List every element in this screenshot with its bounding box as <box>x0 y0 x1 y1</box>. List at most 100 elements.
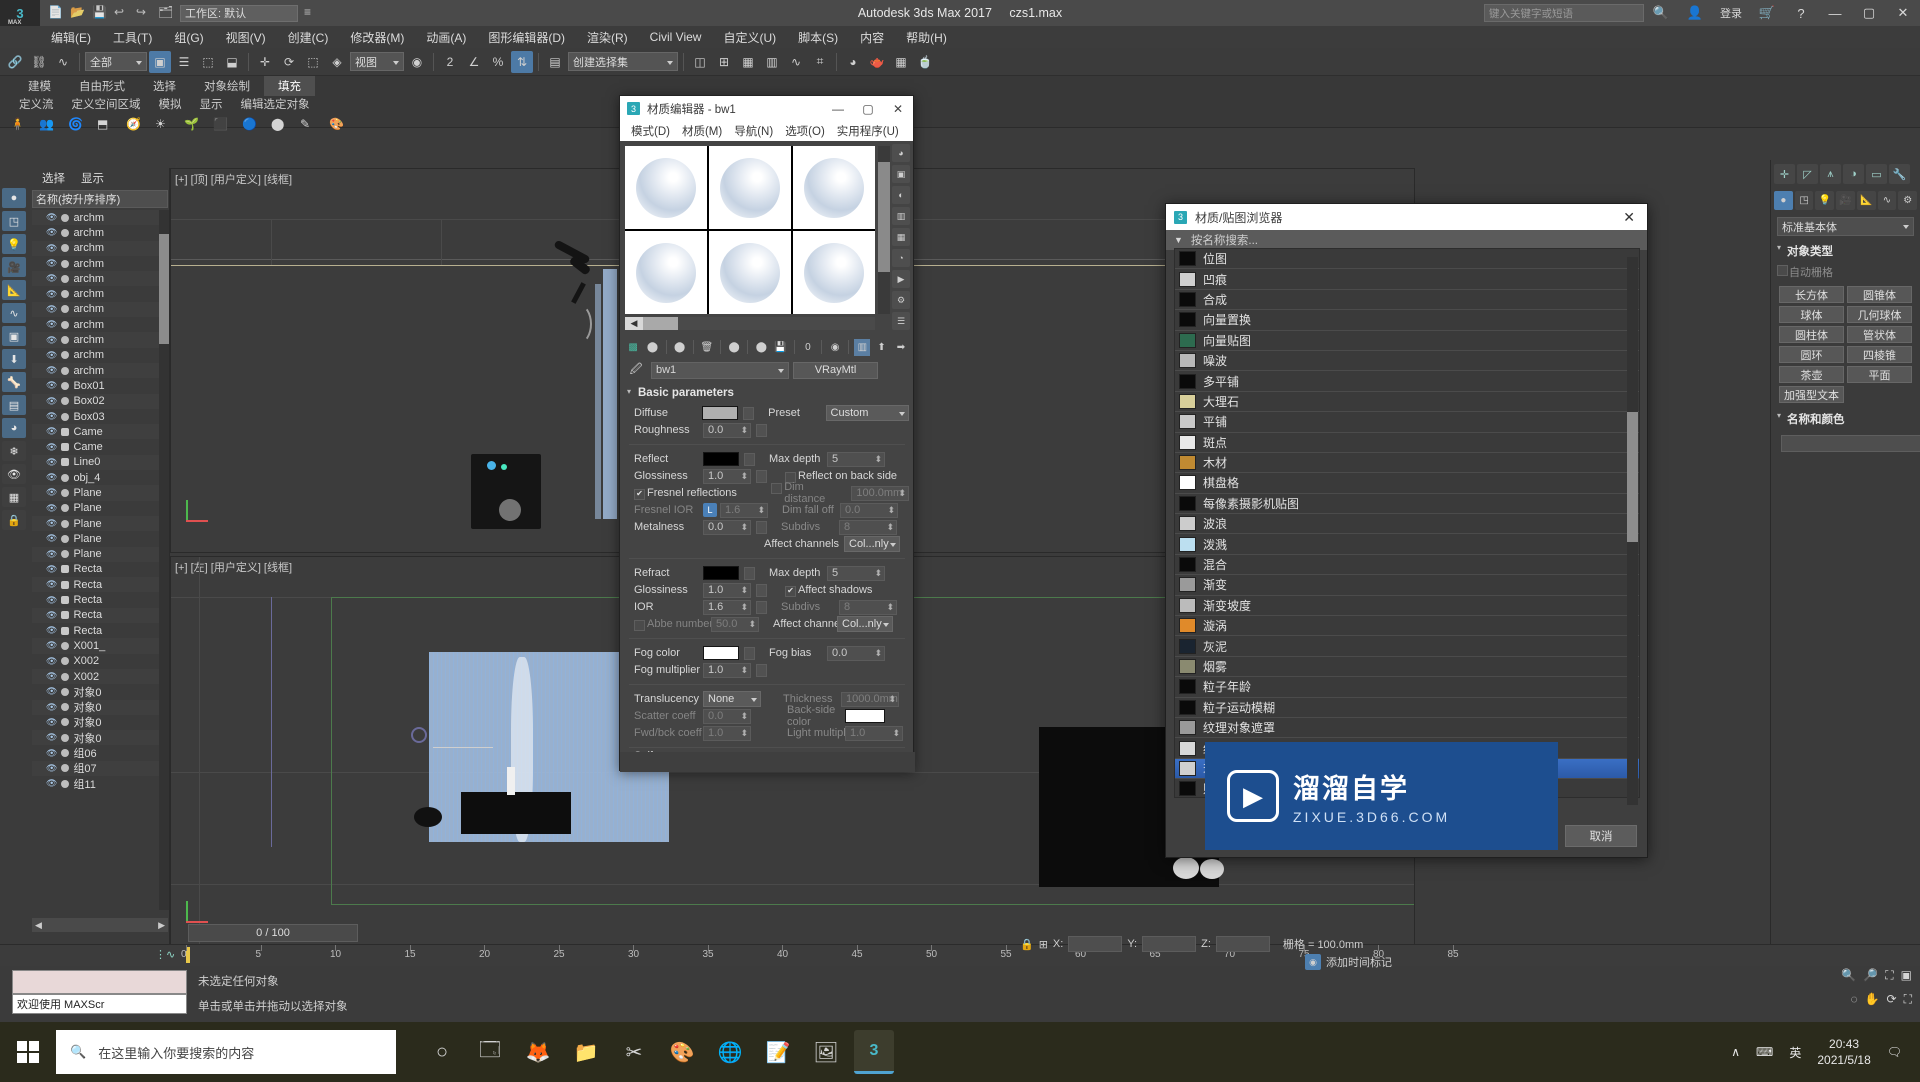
fresnel-row[interactable]: Fresnel reflections Dim distance 100.0mm <box>625 481 909 505</box>
visibility-eye-icon[interactable]: 👁 <box>46 442 57 453</box>
ior-map-button[interactable] <box>756 600 767 614</box>
ribbon-panel-row[interactable]: 定义流 定义空间区域 模拟 显示 编辑选定对象 <box>0 96 1920 112</box>
angle-snap-icon[interactable]: ∠ <box>463 51 485 73</box>
ribbon-panel-4[interactable]: 编辑选定对象 <box>232 95 319 113</box>
taskbar-clock[interactable]: 20:43 2021/5/18 <box>1817 1036 1870 1068</box>
signin-button[interactable]: 登录 <box>1712 5 1750 21</box>
scene-explorer-row[interactable]: 👁 组11 <box>32 776 168 791</box>
taskbar-tray[interactable]: ∧ ⌨ 英 20:43 2021/5/18 🗨 <box>1731 1036 1920 1068</box>
reflect-affect-channels-row[interactable]: Affect channels Col...nly <box>625 536 909 552</box>
scroll-left-icon[interactable]: ◀ <box>32 920 45 931</box>
browser-list-item[interactable]: 漩涡 <box>1175 616 1639 637</box>
action-center-icon[interactable]: 🗨 <box>1887 1045 1902 1059</box>
open-file-icon[interactable]: 📂 <box>70 5 86 21</box>
dim-distance-spinner[interactable]: 100.0mm <box>851 485 909 501</box>
scene-explorer-row[interactable]: 👁 archm <box>32 348 168 363</box>
time-slider[interactable]: 0 / 100 <box>170 924 770 944</box>
translucency-row[interactable]: Translucency None Thickness 1000.0mm <box>625 691 909 707</box>
visibility-eye-icon[interactable]: 👁 <box>46 335 57 346</box>
ribbon-tabs[interactable]: 建模 自由形式 选择 对象绘制 填充 <box>0 76 1920 96</box>
scene-explorer-row[interactable]: 👁 Plane <box>32 515 168 532</box>
browser-list-item[interactable]: 渐变坡度 <box>1175 596 1639 617</box>
refract-affect-channels-combo[interactable]: Col...nly <box>837 616 893 632</box>
sample-uv-tiling-icon[interactable]: ▦ <box>892 228 910 246</box>
time-slider-range[interactable]: 0 / 100 <box>188 924 358 942</box>
create-category-tabs[interactable]: ● ◳ 💡 🎥 📐 ∿ ⚙ <box>1771 188 1920 213</box>
scene-explorer-row[interactable]: 👁 对象0 <box>32 730 168 746</box>
ribbon[interactable]: 建模 自由形式 选择 对象绘制 填充 定义流 定义空间区域 模拟 显示 编辑选定对象 🧍 👥 🌀… <box>0 76 1920 131</box>
visibility-eye-icon[interactable]: 👁 <box>46 487 57 498</box>
display-icon[interactable]: ⬛ <box>213 117 233 137</box>
browser-scroll-thumb[interactable] <box>1627 412 1638 542</box>
object-type-rollout[interactable]: 对象类型 自动栅格 长方体圆锥体球体几何球体圆柱体管状体圆环四棱锥茶壶平面加强型… <box>1775 240 1916 405</box>
menu-item-11[interactable]: 脚本(S) <box>787 27 849 48</box>
refract-map-button[interactable] <box>744 566 755 580</box>
ribbon-tab-1[interactable]: 自由形式 <box>65 76 139 96</box>
browser-titlebar[interactable]: 3 材质/贴图浏览器 ✕ <box>1166 204 1647 230</box>
ribbon-panel-2[interactable]: 模拟 <box>150 95 191 113</box>
diffuse-color-swatch[interactable] <box>702 406 739 420</box>
named-selection-combo[interactable]: 创建选择集 <box>568 52 678 71</box>
material-slots[interactable] <box>625 146 875 314</box>
translucency-combo[interactable]: None <box>703 691 761 707</box>
field-of-view-icon[interactable]: ◌ <box>1850 992 1857 1007</box>
scene-explorer-row[interactable]: 👁 archm <box>32 332 168 348</box>
visibility-eye-icon[interactable]: 👁 <box>46 411 57 422</box>
material-id-channel-icon[interactable]: 0 <box>800 339 816 356</box>
filter-layers-icon[interactable]: ▦ <box>2 487 26 507</box>
browser-list-item[interactable]: 多平铺 <box>1175 371 1639 392</box>
scene-explorer-row[interactable]: 👁 Plane <box>32 531 168 546</box>
reflect-row[interactable]: Reflect Max depth 5 <box>625 451 909 467</box>
paint-icon[interactable]: 🎨 <box>662 1030 702 1074</box>
idle-area-icon[interactable]: ⬒ <box>97 117 117 137</box>
browser-list-item[interactable]: 位图 <box>1175 249 1639 270</box>
filter-materials-icon[interactable]: ◕ <box>2 418 26 438</box>
simulate-icon[interactable]: ☀ <box>155 117 175 137</box>
browser-search-input[interactable]: 按名称搜索... <box>1191 232 1258 248</box>
save-file-icon[interactable]: 💾 <box>92 5 108 21</box>
get-material-icon[interactable]: ▩ <box>625 339 641 356</box>
fwd-bck-coeff-row[interactable]: Fwd/bck coeff 1.0 Light multiplier 1.0 <box>625 725 909 741</box>
visibility-eye-icon[interactable]: 👁 <box>46 258 57 269</box>
set-project-icon[interactable]: 🗂 <box>158 5 174 21</box>
scroll-left-icon[interactable]: ◀ <box>625 317 643 330</box>
menu-item-8[interactable]: 渲染(R) <box>576 27 639 48</box>
fresnel-ior-lock-badge[interactable]: L <box>703 503 717 517</box>
menu-bar[interactable]: 编辑(E) 工具(T) 组(G) 视图(V) 创建(C) 修改器(M) 动画(A) 图形编辑器… <box>0 26 1920 48</box>
material-name-input[interactable]: bw1 <box>651 361 789 379</box>
make-material-copy-icon[interactable]: ⬤ <box>726 339 742 356</box>
ribbon-tab-4[interactable]: 填充 <box>264 76 315 96</box>
scatter-coeff-spinner[interactable]: 0.0 <box>703 708 751 724</box>
browser-list[interactable]: 位图 凹痕 合成 向量置换 向量贴图 噪波 多平铺 大理石 平铺 斑点 木材 棋盘格 每像素摄影机贴图波… <box>1174 248 1640 798</box>
autogrid-checkbox[interactable]: 自动栅格 <box>1775 262 1916 284</box>
fresnel-ior-spinner[interactable]: 1.6 <box>720 502 768 518</box>
fog-color-map-button[interactable] <box>744 646 755 660</box>
abbe-spinner[interactable]: 50.0 <box>711 616 759 632</box>
video-color-check-icon[interactable]: ◔ <box>892 249 910 267</box>
zoom-region-icon[interactable]: ▣ <box>1901 968 1912 983</box>
window-crossing-icon[interactable]: ⬓ <box>221 51 243 73</box>
edit-named-sets-icon[interactable]: ▤ <box>544 51 566 73</box>
material-editor-menu-4[interactable]: 实用程序(U) <box>831 122 905 140</box>
y-field[interactable] <box>1142 936 1197 952</box>
reset-map-icon[interactable]: 🗑 <box>699 339 715 356</box>
object-type-button-2[interactable]: 球体 <box>1779 306 1844 323</box>
browser-search-row[interactable]: ▼ 按名称搜索... <box>1166 230 1647 250</box>
scene-explorer-row[interactable]: 👁 archm <box>32 256 168 271</box>
3dsmax-taskbar-icon[interactable]: 3 <box>854 1030 894 1074</box>
menu-item-2[interactable]: 组(G) <box>163 27 214 48</box>
object-name-input[interactable] <box>1781 434 1920 452</box>
fog-color-swatch[interactable] <box>703 646 739 660</box>
material-editor-menu-3[interactable]: 选项(O) <box>779 122 831 140</box>
scene-explorer-row[interactable]: 👁 archm <box>32 301 168 318</box>
filter-containers-icon[interactable]: ▤ <box>2 395 26 415</box>
menu-item-1[interactable]: 工具(T) <box>102 27 163 48</box>
visibility-eye-icon[interactable]: 👁 <box>46 227 57 238</box>
maximize-icon[interactable]: ▢ <box>853 96 883 121</box>
category-lights-icon[interactable]: 💡 <box>1815 191 1835 210</box>
reflect-subdivs-spinner[interactable]: 8 <box>839 519 897 535</box>
visibility-eye-icon[interactable]: 👁 <box>46 778 57 789</box>
cortana-icon[interactable]: ○ <box>422 1030 462 1074</box>
visibility-eye-icon[interactable]: 👁 <box>46 289 57 300</box>
show-shaded-material-icon[interactable]: ◉ <box>827 339 843 356</box>
